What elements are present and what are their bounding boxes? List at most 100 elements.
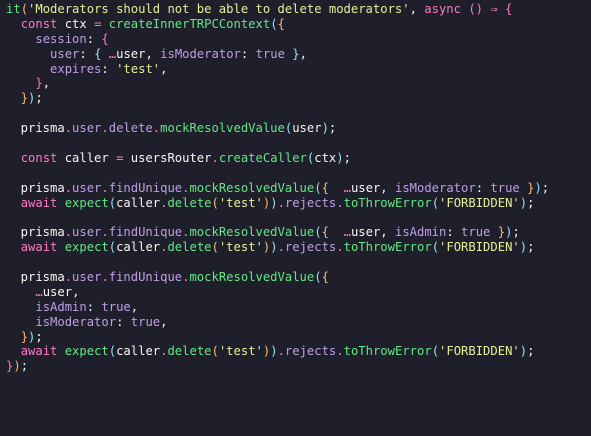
- code-token: ,: [380, 180, 395, 195]
- code-token: it: [6, 2, 21, 16]
- code-token: usersRouter: [123, 150, 212, 165]
- code-token: .: [64, 225, 73, 240]
- code-token: mockResolvedValue: [189, 225, 315, 240]
- code-token: ⇒: [483, 2, 506, 16]
- code-token: delete: [167, 240, 212, 255]
- code-line: prisma.user.delete.mockResolvedValue(use…: [6, 121, 591, 136]
- code-token: 'test': [218, 195, 263, 210]
- code-token: await: [20, 240, 58, 255]
- code-token: true: [490, 180, 520, 195]
- code-token: ): [519, 240, 528, 255]
- code-token: caller: [116, 195, 161, 210]
- code-line: await expect(caller.delete('test')).reje…: [6, 344, 591, 359]
- code-token: …: [343, 225, 351, 240]
- code-token: ctx: [57, 16, 95, 31]
- code-token: .: [277, 344, 285, 359]
- code-token: const: [20, 150, 58, 165]
- code-token: (: [314, 270, 322, 285]
- code-token: ;: [541, 180, 550, 195]
- code-editor[interactable]: it('Moderators should not be able to del…: [0, 0, 591, 436]
- code-token: user: [292, 121, 322, 136]
- code-token: prisma: [6, 180, 65, 195]
- code-token: ): [519, 195, 528, 210]
- code-token: 'FORBIDDEN': [439, 344, 520, 359]
- code-token: ;: [527, 240, 535, 255]
- code-line: prisma.user.findUnique.mockResolvedValue…: [6, 270, 591, 285]
- code-line: …user,: [6, 285, 591, 300]
- code-line: const caller = usersRouter.createCaller(…: [6, 151, 591, 166]
- code-token: ,: [42, 76, 51, 91]
- code-token: 'FORBIDDEN': [439, 240, 520, 255]
- code-token: rejects: [284, 344, 337, 359]
- code-token: caller: [57, 150, 117, 165]
- code-token: ;: [35, 329, 43, 344]
- code-token: (: [211, 240, 219, 255]
- code-token: {: [321, 225, 329, 240]
- code-line: prisma.user.findUnique.mockResolvedValue…: [6, 181, 591, 196]
- code-token: user: [350, 180, 381, 195]
- code-token: ): [336, 150, 344, 165]
- code-token: user: [72, 180, 102, 195]
- code-token: :: [86, 299, 102, 314]
- code-token: delete: [108, 121, 153, 136]
- code-token: expect: [64, 240, 109, 255]
- code-token: ): [270, 240, 278, 255]
- code-token: (: [211, 195, 219, 210]
- code-token: 'FORBIDDEN': [439, 195, 520, 210]
- code-token: user: [50, 46, 80, 61]
- code-token: .: [277, 240, 285, 255]
- code-token: 'test': [116, 61, 161, 76]
- code-token: await: [20, 344, 58, 359]
- code-token: rejects: [284, 240, 337, 255]
- code-token: ): [534, 180, 542, 195]
- code-token: ,: [160, 61, 168, 76]
- code-token: {: [321, 270, 329, 285]
- code-token: user: [116, 46, 146, 61]
- code-token: .: [64, 180, 73, 195]
- code-token: ,: [409, 2, 425, 16]
- code-token: {: [101, 31, 109, 46]
- code-token: isAdmin: [35, 299, 87, 314]
- code-token: ;: [512, 225, 520, 240]
- code-token: const: [20, 16, 58, 31]
- code-token: (: [431, 344, 440, 359]
- code-line: await expect(caller.delete('test')).reje…: [6, 240, 591, 255]
- code-token: :: [101, 61, 117, 76]
- code-token: toThrowError: [343, 240, 432, 255]
- code-token: isModerator: [35, 314, 117, 329]
- code-token: ,: [145, 46, 161, 61]
- code-token: (: [211, 344, 219, 359]
- code-token: (: [108, 195, 117, 210]
- code-token: .: [64, 121, 73, 136]
- code-token: expect: [64, 195, 109, 210]
- code-token: ,: [72, 284, 80, 299]
- code-token: {: [505, 2, 513, 16]
- code-token: }: [292, 46, 300, 61]
- code-line: session: {: [6, 32, 591, 47]
- code-token: (: [20, 2, 29, 16]
- code-token: .: [336, 240, 344, 255]
- code-token: ,: [160, 314, 168, 329]
- code-line: const ctx = createInnerTRPCContext({: [6, 17, 591, 32]
- code-token: ): [270, 344, 278, 359]
- code-token: :: [475, 180, 491, 195]
- code-token: }: [497, 225, 506, 240]
- code-token: }: [20, 329, 29, 344]
- code-token: user: [350, 225, 381, 240]
- code-token: ;: [20, 359, 29, 374]
- code-token: (: [314, 225, 322, 240]
- code-line: });: [6, 330, 591, 345]
